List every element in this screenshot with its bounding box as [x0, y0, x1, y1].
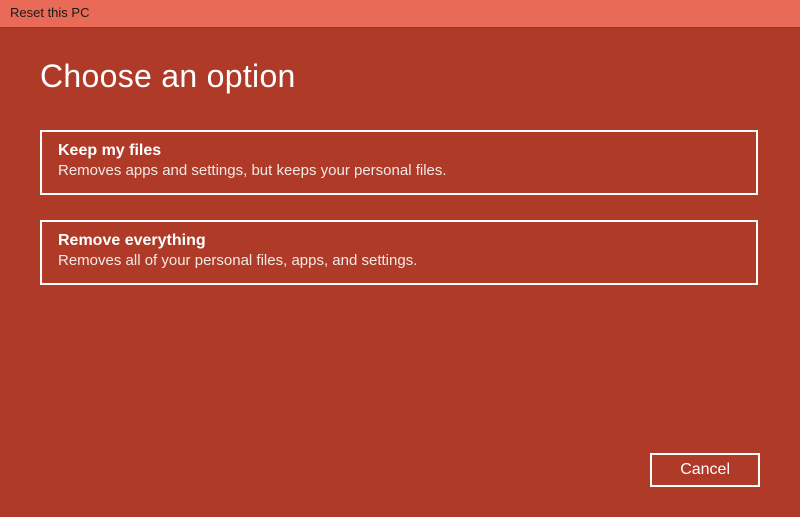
option-description: Removes apps and settings, but keeps you…: [58, 162, 740, 179]
titlebar: Reset this PC: [0, 0, 800, 28]
dialog-content: Choose an option Keep my files Removes a…: [0, 28, 800, 285]
page-title: Choose an option: [40, 58, 760, 95]
option-title: Keep my files: [58, 142, 740, 160]
option-remove-everything[interactable]: Remove everything Removes all of your pe…: [40, 220, 758, 285]
option-title: Remove everything: [58, 232, 740, 250]
cancel-button[interactable]: Cancel: [650, 453, 760, 487]
option-keep-my-files[interactable]: Keep my files Removes apps and settings,…: [40, 130, 758, 195]
window-title: Reset this PC: [10, 5, 89, 20]
option-description: Removes all of your personal files, apps…: [58, 252, 740, 269]
dialog-footer: Cancel: [650, 453, 760, 487]
